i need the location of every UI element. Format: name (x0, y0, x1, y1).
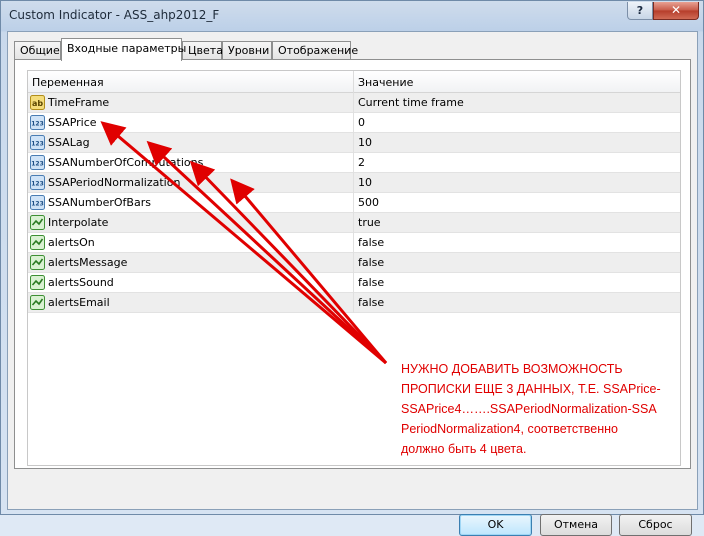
parameter-name: SSAPeriodNormalization (48, 176, 181, 189)
close-button[interactable]: ✕ (653, 2, 699, 20)
boolean-icon (30, 275, 45, 290)
tab-levels[interactable]: Уровни (222, 41, 272, 60)
svg-text:123: 123 (31, 161, 44, 168)
annotation-line: должно быть 4 цвета. (401, 442, 527, 456)
annotation-line: SSAPrice4…….SSAPeriodNormalization-SSA (401, 402, 657, 416)
parameter-name: SSANumberOfBars (48, 196, 151, 209)
parameter-name: SSALag (48, 136, 90, 149)
grid-row[interactable]: 123 SSANumberOfBars 500 (28, 193, 680, 213)
column-divider (353, 71, 354, 93)
boolean-icon (30, 255, 45, 270)
svg-text:123: 123 (31, 181, 44, 188)
grid-row[interactable]: 123 SSANumberOfComputations 2 (28, 153, 680, 173)
column-divider (353, 133, 354, 153)
parameter-value[interactable]: true (358, 216, 381, 229)
dialog-window: Custom Indicator - ASS_ahp2012_F ? ✕ Общ… (0, 0, 704, 536)
grid-row[interactable]: alertsOn false (28, 233, 680, 253)
tab-colors[interactable]: Цвета (182, 41, 223, 60)
help-button[interactable]: ? (627, 2, 653, 20)
column-divider (353, 233, 354, 253)
parameter-value[interactable]: Current time frame (358, 96, 464, 109)
parameter-name: Interpolate (48, 216, 109, 229)
column-divider (353, 293, 354, 313)
parameter-value[interactable]: false (358, 296, 384, 309)
parameter-value[interactable]: 0 (358, 116, 365, 129)
parameter-value[interactable]: false (358, 276, 384, 289)
annotation-line: НУЖНО ДОБАВИТЬ ВОЗМОЖНОСТЬ (401, 362, 623, 376)
parameter-value[interactable]: false (358, 236, 384, 249)
svg-text:123: 123 (31, 141, 44, 148)
column-divider (353, 113, 354, 133)
column-header-value[interactable]: Значение (358, 76, 413, 89)
parameter-value[interactable]: 500 (358, 196, 379, 209)
column-header-name[interactable]: Переменная (32, 76, 104, 89)
column-divider (353, 213, 354, 233)
boolean-icon (30, 295, 45, 310)
svg-text:ab: ab (32, 99, 43, 108)
annotation-line: ПРОПИСКИ ЕЩЕ 3 ДАННЫХ, Т.Е. SSAPrice- (401, 382, 661, 396)
tab-input-parameters[interactable]: Входные параметры (61, 38, 186, 61)
column-divider (353, 153, 354, 173)
string-icon: ab (30, 95, 45, 110)
integer-icon: 123 (30, 135, 45, 150)
integer-icon: 123 (30, 155, 45, 170)
parameter-value[interactable]: 10 (358, 176, 372, 189)
column-divider (353, 253, 354, 273)
parameter-value[interactable]: false (358, 256, 384, 269)
integer-icon: 123 (30, 115, 45, 130)
parameter-name: alertsMessage (48, 256, 128, 269)
svg-text:123: 123 (31, 201, 44, 208)
grid-row[interactable]: 123 SSAPrice 0 (28, 113, 680, 133)
tab-general[interactable]: Общие (14, 41, 61, 60)
boolean-icon (30, 235, 45, 250)
integer-icon: 123 (30, 175, 45, 190)
integer-icon: 123 (30, 195, 45, 210)
annotation-note: НУЖНО ДОБАВИТЬ ВОЗМОЖНОСТЬ ПРОПИСКИ ЕЩЕ … (401, 359, 701, 459)
svg-text:123: 123 (31, 121, 44, 128)
parameter-value[interactable]: 10 (358, 136, 372, 149)
ok-button[interactable]: OK (459, 514, 532, 536)
grid-row[interactable]: alertsSound false (28, 273, 680, 293)
parameter-name: alertsOn (48, 236, 95, 249)
tab-visualization[interactable]: Отображение (272, 41, 358, 60)
parameter-name: TimeFrame (48, 96, 110, 109)
annotation-line: PeriodNormalization4, соответственно (401, 422, 618, 436)
window-title: Custom Indicator - ASS_ahp2012_F (9, 8, 220, 22)
title-bar[interactable]: Custom Indicator - ASS_ahp2012_F ? ✕ (1, 1, 703, 31)
grid-row[interactable]: alertsEmail false (28, 293, 680, 313)
grid-header: Переменная Значение (28, 71, 680, 93)
grid-row[interactable]: ab TimeFrame Current time frame (28, 93, 680, 113)
column-divider (353, 173, 354, 193)
column-divider (353, 193, 354, 213)
parameter-name: SSANumberOfComputations (48, 156, 204, 169)
reset-button[interactable]: Сброс (619, 514, 692, 536)
grid-row[interactable]: 123 SSAPeriodNormalization 10 (28, 173, 680, 193)
column-divider (353, 273, 354, 293)
parameter-name: alertsEmail (48, 296, 110, 309)
boolean-icon (30, 215, 45, 230)
grid-row[interactable]: alertsMessage false (28, 253, 680, 273)
cancel-button[interactable]: Отмена (540, 514, 612, 536)
parameter-name: alertsSound (48, 276, 114, 289)
column-divider (353, 93, 354, 113)
parameter-value[interactable]: 2 (358, 156, 365, 169)
grid-row[interactable]: 123 SSALag 10 (28, 133, 680, 153)
parameter-name: SSAPrice (48, 116, 97, 129)
grid-row[interactable]: Interpolate true (28, 213, 680, 233)
